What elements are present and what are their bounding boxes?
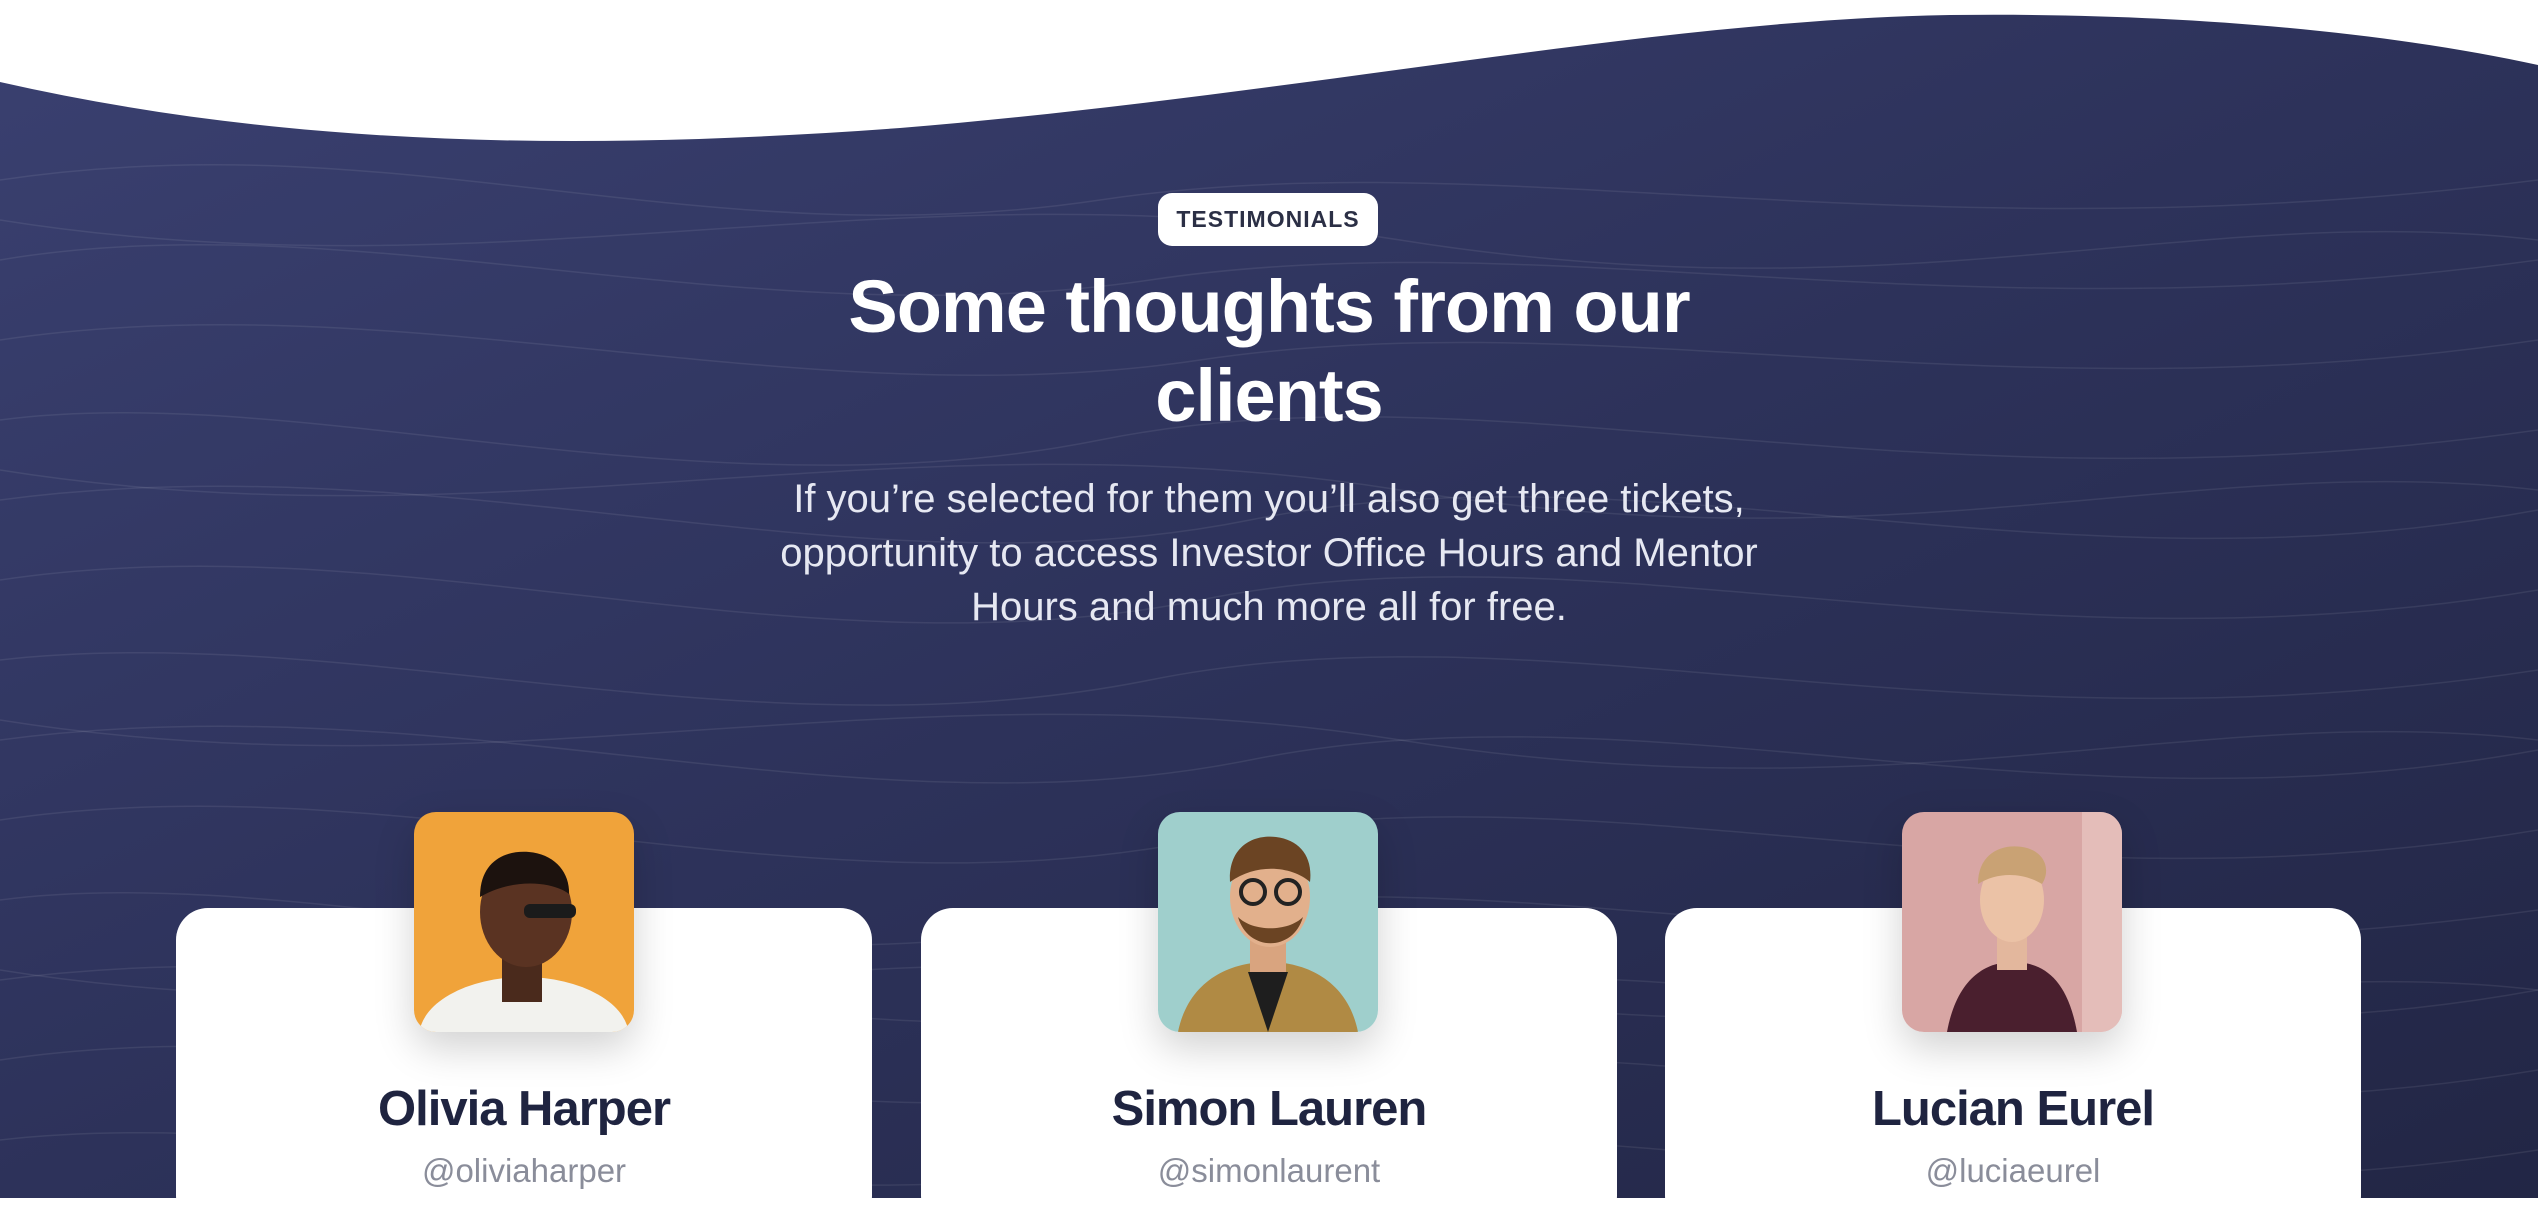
avatar: [1158, 812, 1378, 1032]
section-title-line: Some thoughts from our: [848, 265, 1690, 348]
client-name: Olivia Harper: [377, 1082, 671, 1136]
section-subtitle: If you’re selected for them you’ll also …: [739, 472, 1799, 634]
client-photo: [1158, 812, 1378, 1032]
client-name: Lucian Eurel: [1871, 1082, 2155, 1136]
client-handle: @oliviaharper: [421, 1152, 627, 1189]
client-handle: @simonlaurent: [1157, 1152, 1381, 1189]
client-photo: [1902, 812, 2122, 1032]
subtitle-line: opportunity to access Investor Office Ho…: [780, 531, 1758, 575]
subtitle-line: If you’re selected for them you’ll also …: [793, 477, 1745, 521]
client-handle: @luciaeurel: [1925, 1152, 2101, 1189]
section-badge: TESTIMONIALS: [1158, 193, 1378, 246]
subtitle-line: Hours and much more all for free.: [971, 585, 1567, 629]
section-title-line: clients: [1155, 354, 1383, 437]
avatar: [1902, 812, 2122, 1032]
section-title: Some thoughts from our clients: [769, 262, 1769, 440]
testimonials-section: TESTIMONIALS Some thoughts from our clie…: [0, 0, 2538, 1228]
client-photo: [414, 812, 634, 1032]
avatar: [414, 812, 634, 1032]
client-name: Simon Lauren: [1111, 1082, 1428, 1136]
